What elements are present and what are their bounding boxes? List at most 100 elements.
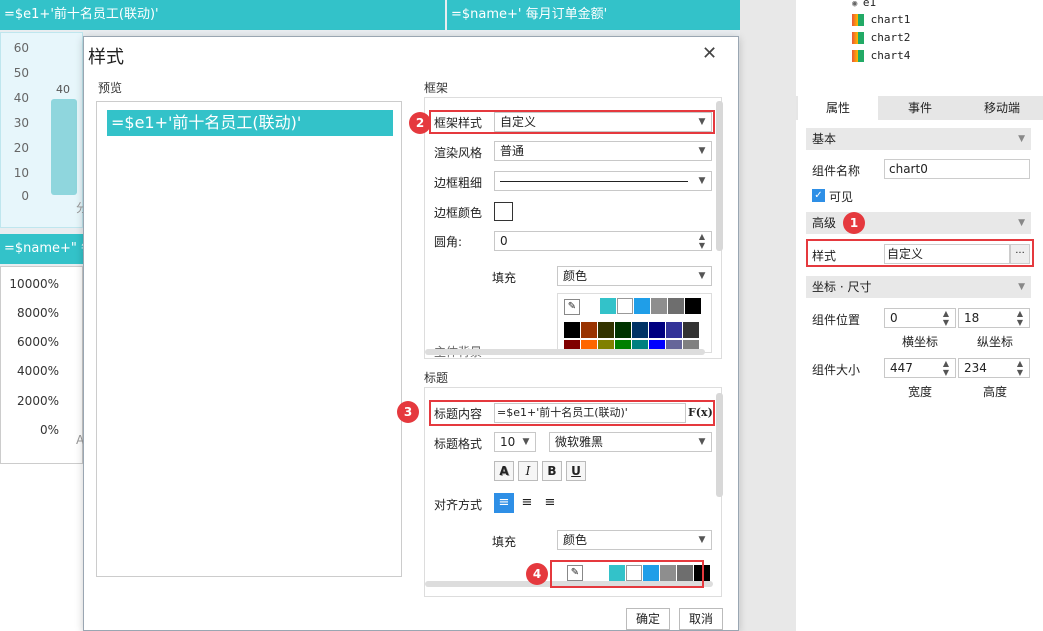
align-right-icon[interactable]: ≡ [540, 493, 560, 513]
fill-select[interactable]: 颜色 ▼ [557, 266, 712, 286]
bar-value-label: 40 [56, 83, 70, 96]
color-swatch[interactable] [668, 298, 684, 314]
color-swatch[interactable] [615, 322, 631, 338]
panel-tabs: 属性 事件 移动端 [796, 96, 1043, 120]
height-label: 高度 [983, 385, 1008, 399]
stepper-icon[interactable]: ▲ ▼ [937, 309, 955, 327]
size-label: 组件大小 [812, 363, 861, 377]
chevron-down-icon: ▼ [1018, 282, 1025, 292]
chart-title-bar-3[interactable]: =$name+" 每 [0, 234, 83, 264]
width-input[interactable]: 447 ▲ ▼ [884, 358, 956, 378]
section-advanced[interactable]: 高级 ▼ [806, 212, 1031, 234]
section-label: 基本 [812, 132, 837, 146]
ok-button[interactable]: 确定 [626, 608, 670, 630]
step-badge-4: 4 [526, 563, 548, 585]
color-swatch[interactable] [598, 322, 614, 338]
axis-tick: 60 [13, 41, 29, 55]
blank-area [0, 464, 83, 631]
component-name-input[interactable]: chart0 [884, 159, 1030, 179]
chart-bottom-area: 10000% 8000% 6000% 4000% 2000% 0% A [0, 266, 84, 464]
render-style-select[interactable]: 普通 ▼ [494, 141, 712, 161]
title-scrollbar[interactable] [716, 393, 723, 497]
chart-icon [852, 50, 864, 62]
stepper-icon[interactable]: ▲ ▼ [693, 232, 711, 250]
color-swatch[interactable] [600, 298, 616, 314]
pos-y-input[interactable]: 18 ▲ ▼ [958, 308, 1030, 328]
color-swatch[interactable] [617, 298, 633, 314]
chart-title-bar-2[interactable]: =$name+' 每月订单金额' [447, 0, 740, 30]
tab-properties[interactable]: 属性 [798, 96, 878, 120]
tab-mobile[interactable]: 移动端 [962, 96, 1042, 120]
border-width-label: 边框粗细 [434, 176, 483, 190]
chevron-down-icon: ▼ [698, 535, 706, 545]
pos-x-input[interactable]: 0 ▲ ▼ [884, 308, 956, 328]
color-swatch[interactable] [666, 322, 682, 338]
stepper-icon[interactable]: ▲ ▼ [937, 359, 955, 377]
tree-item-e1[interactable]: ◉ e1 [852, 0, 876, 9]
color-swatch[interactable] [581, 322, 597, 338]
height-input[interactable]: 234 ▲ ▼ [958, 358, 1030, 378]
border-color-label: 边框颜色 [434, 206, 483, 220]
tree-item-chart4[interactable]: chart4 [852, 49, 910, 62]
frame-hscrollbar[interactable] [425, 349, 705, 355]
font-size-select[interactable]: 10 ▼ [494, 432, 536, 452]
axis-tick: 8000% [17, 306, 59, 320]
color-swatch[interactable] [632, 322, 648, 338]
bold-button[interactable]: B [542, 461, 562, 481]
y-coord-label: 纵坐标 [977, 335, 1014, 349]
color-swatch[interactable] [634, 298, 650, 314]
corner-label: 圆角: [434, 235, 463, 249]
color-swatch[interactable] [651, 298, 667, 314]
axis-tick: 20 [13, 141, 29, 155]
corner-value: 0 [500, 234, 508, 248]
chart0-title-bar[interactable]: =$e1+'前十名员工(联动)' [0, 0, 445, 30]
color-swatch[interactable] [683, 322, 699, 338]
render-style-label: 渲染风格 [434, 146, 483, 160]
align-center-icon[interactable]: ≡ [517, 493, 537, 513]
chevron-down-icon: ▼ [1018, 218, 1025, 228]
color-swatch[interactable] [564, 322, 580, 338]
width-label: 宽度 [908, 385, 933, 399]
step-badge-1: 1 [843, 212, 865, 234]
corner-input[interactable]: 0 ▲ ▼ [494, 231, 712, 251]
position-label: 组件位置 [812, 313, 861, 327]
frame-scrollbar[interactable] [716, 101, 723, 251]
color-swatch[interactable] [649, 322, 665, 338]
stepper-icon[interactable]: ▲ ▼ [1011, 359, 1029, 377]
axis-tick: 4000% [17, 364, 59, 378]
chevron-down-icon: ▼ [698, 176, 706, 186]
tree-item-chart1[interactable]: chart1 [852, 13, 910, 26]
tree-item-label: chart1 [870, 13, 911, 26]
radio-icon: ◉ [852, 0, 863, 9]
cancel-button[interactable]: 取消 [679, 608, 723, 630]
close-icon[interactable]: ✕ [702, 43, 717, 64]
eyedropper-icon[interactable]: ✎ [564, 299, 580, 315]
text-shadow-button[interactable]: A [494, 461, 514, 481]
axis-tick: 6000% [17, 335, 59, 349]
stepper-icon[interactable]: ▲ ▼ [1011, 309, 1029, 327]
section-basic[interactable]: 基本 ▼ [806, 128, 1031, 150]
canvas-gutter [740, 0, 796, 631]
dialog-title: 样式 [88, 47, 124, 68]
tab-events[interactable]: 事件 [880, 96, 960, 120]
font-family-select[interactable]: 微软雅黑 ▼ [549, 432, 712, 452]
title-fill-select[interactable]: 颜色 ▼ [557, 530, 712, 550]
border-color-swatch[interactable] [494, 202, 513, 221]
align-left-icon[interactable]: ≡ [494, 493, 514, 513]
chart-icon [852, 32, 864, 44]
color-swatch[interactable] [685, 298, 701, 314]
height-value: 234 [964, 361, 987, 375]
component-name-label: 组件名称 [812, 164, 861, 178]
italic-button[interactable]: I [518, 461, 538, 481]
x-coord-label: 横坐标 [902, 335, 939, 349]
border-width-select[interactable]: ▼ [494, 171, 712, 191]
font-size-value: 10 [500, 435, 516, 449]
axis-tick: 10 [13, 166, 29, 180]
visible-checkbox[interactable]: ✓ [812, 189, 825, 202]
tree-item-chart2[interactable]: chart2 [852, 31, 910, 44]
line-sample [500, 181, 688, 182]
underline-button[interactable]: U [566, 461, 586, 481]
section-coords[interactable]: 坐标 · 尺寸 ▼ [806, 276, 1031, 298]
title-section-label: 标题 [424, 371, 449, 385]
axis-tick: 30 [13, 116, 29, 130]
